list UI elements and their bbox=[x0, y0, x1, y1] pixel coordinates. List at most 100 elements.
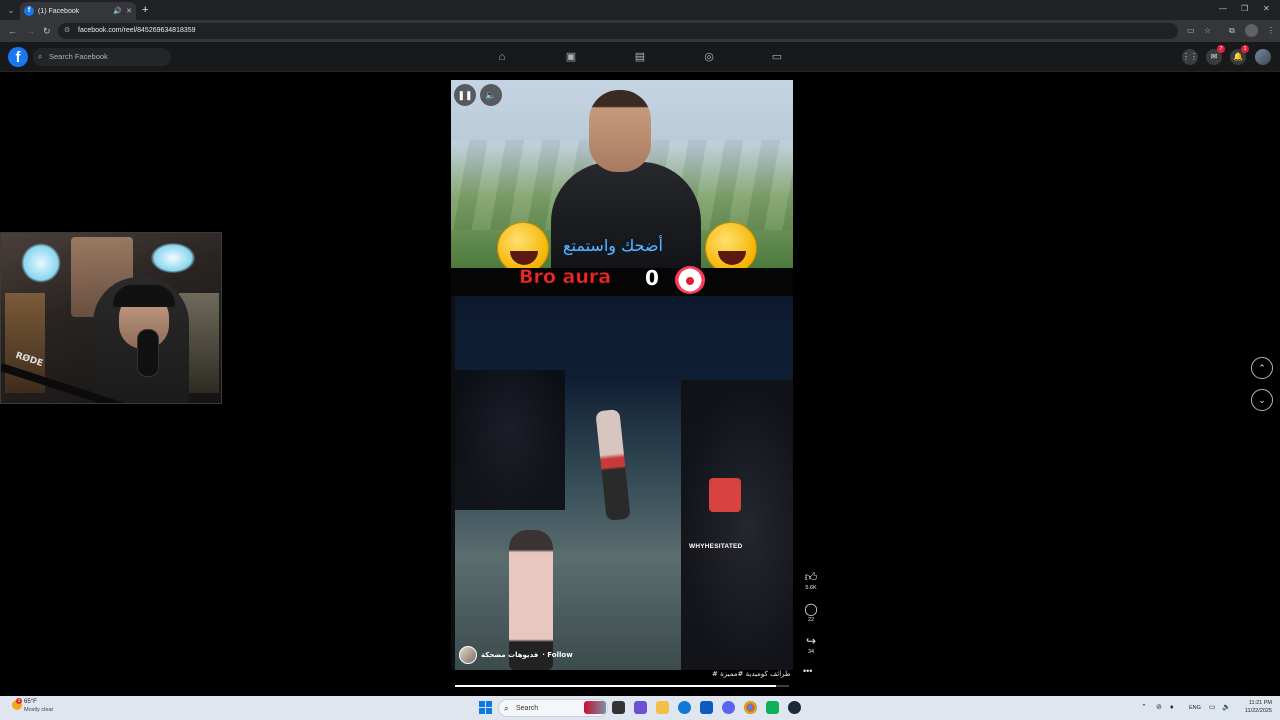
overlay-text-zero: 0 bbox=[645, 266, 659, 290]
taskbar-clock[interactable]: 11:21 PM 11/22/2025 bbox=[1236, 699, 1272, 715]
browser-toolbar: ← → ↻ ⚙ facebook.com/reel/84526963481835… bbox=[0, 20, 1280, 42]
task-view-icon[interactable] bbox=[612, 701, 625, 714]
owner-avatar[interactable] bbox=[459, 646, 477, 664]
url-text: facebook.com/reel/845269634818359 bbox=[78, 27, 196, 34]
edge-icon[interactable] bbox=[678, 701, 691, 714]
video-watermark: WHYHESITATED bbox=[689, 543, 743, 550]
neon-light-right bbox=[151, 243, 195, 273]
tab-search-icon[interactable]: ⌄ bbox=[4, 3, 18, 17]
laughing-emoji-icon bbox=[705, 222, 757, 274]
discord-icon[interactable] bbox=[722, 701, 735, 714]
reel-progress-fill bbox=[455, 685, 776, 687]
steam-icon[interactable] bbox=[788, 701, 801, 714]
pause-icon[interactable]: ❚❚ bbox=[454, 84, 476, 106]
like-button[interactable]: 👍︎ 5.6K bbox=[801, 570, 821, 592]
store-icon[interactable] bbox=[700, 701, 713, 714]
like-count: 5.6K bbox=[805, 585, 817, 591]
streamer-cap bbox=[113, 285, 175, 307]
tray-microphone-icon[interactable]: ♦ bbox=[1170, 702, 1174, 714]
tray-display-icon[interactable]: ▭ bbox=[1209, 702, 1216, 714]
neon-light-left bbox=[21, 243, 61, 283]
crowd-right bbox=[681, 380, 793, 670]
taskbar-search-icon: ⌕ bbox=[504, 704, 509, 713]
address-bar[interactable]: ⚙ facebook.com/reel/845269634818359 bbox=[58, 23, 1178, 39]
menu-grid-icon[interactable]: ⋮⋮ bbox=[1182, 49, 1198, 65]
clock-time: 11:21 PM bbox=[1248, 700, 1272, 706]
windows-start-icon[interactable] bbox=[479, 701, 492, 714]
video-arabic-caption: أضحك واستمتع bbox=[563, 236, 663, 255]
marketplace-icon[interactable]: ▤ bbox=[633, 50, 647, 64]
comment-button[interactable]: ◯ 22 bbox=[801, 602, 821, 624]
taskbar-search-placeholder: Search bbox=[516, 705, 539, 712]
browser-tab[interactable]: f (1) Facebook 🔊 ✕ bbox=[20, 2, 136, 20]
windows-taskbar: 3 65°F Mostly clear ⌕ Search ⌃ ⊘ ♦ ENG ▭… bbox=[0, 696, 1280, 720]
tab-audio-icon[interactable]: 🔊 bbox=[113, 7, 122, 15]
cast-icon[interactable]: ▭ bbox=[1187, 25, 1195, 37]
language-indicator[interactable]: ENG bbox=[1189, 702, 1201, 714]
maximize-window-icon[interactable]: ❐ bbox=[1241, 3, 1248, 15]
share-icon: ↪ bbox=[805, 634, 817, 648]
account-avatar[interactable] bbox=[1255, 49, 1271, 65]
thumbs-up-icon: 👍︎ bbox=[804, 570, 818, 584]
facebook-top-nav: f ⌕ Search Facebook ⌂ ▣ ▤ ◎ ▭ ⋮⋮ ✉ 7 🔔 1 bbox=[0, 42, 1280, 72]
comment-icon: ◯ bbox=[804, 602, 818, 616]
reload-button[interactable]: ↻ bbox=[43, 25, 51, 37]
reel-caption: طرائف كوميدية #مميزة # bbox=[712, 670, 791, 678]
crowd-left bbox=[455, 370, 565, 510]
weather-temp: 65°F bbox=[24, 699, 37, 705]
tray-volume-icon[interactable]: 🔈 bbox=[1222, 702, 1231, 714]
clock-date: 11/22/2025 bbox=[1244, 708, 1272, 714]
share-button[interactable]: ↪ 34 bbox=[801, 634, 821, 656]
previous-reel-chevron-up-icon[interactable]: ⌃ bbox=[1251, 357, 1273, 379]
browser-menu-icon[interactable]: ⋮ bbox=[1267, 25, 1275, 37]
microphone bbox=[137, 329, 159, 377]
search-highlight-icon[interactable] bbox=[584, 701, 606, 714]
reel-owner[interactable]: فديوهات مضحكة · Follow bbox=[459, 646, 573, 664]
weather-condition: Mostly clear bbox=[24, 707, 54, 713]
browser-tab-strip: ⌄ f (1) Facebook 🔊 ✕ + — ❐ ✕ bbox=[0, 0, 1280, 20]
search-icon: ⌕ bbox=[38, 52, 43, 61]
bookmark-star-icon[interactable]: ☆ bbox=[1204, 25, 1211, 37]
extensions-icon[interactable]: ⧉ bbox=[1229, 25, 1235, 37]
close-window-icon[interactable]: ✕ bbox=[1263, 3, 1270, 15]
messenger-badge: 7 bbox=[1217, 45, 1225, 53]
reel-progress-bar[interactable] bbox=[455, 685, 789, 687]
reel-video-player[interactable]: أضحك واستمتع Bro aura 0 WHYHESITATED ❚❚ … bbox=[451, 80, 793, 670]
site-info-icon[interactable]: ⚙ bbox=[64, 25, 70, 37]
streamer-webcam-overlay: RØDE bbox=[0, 232, 222, 404]
follow-link[interactable]: · Follow bbox=[542, 651, 572, 659]
performer-head bbox=[589, 90, 651, 172]
copilot-icon[interactable] bbox=[634, 701, 647, 714]
tab-close-icon[interactable]: ✕ bbox=[126, 7, 132, 15]
weather-badge: 3 bbox=[16, 698, 22, 704]
owner-name[interactable]: فديوهات مضحكة bbox=[481, 651, 538, 659]
chrome-icon[interactable] bbox=[744, 701, 757, 714]
forward-button[interactable]: → bbox=[26, 25, 35, 37]
back-button[interactable]: ← bbox=[8, 25, 17, 37]
tray-chevron-up-icon[interactable]: ⌃ bbox=[1141, 702, 1147, 714]
caption-band bbox=[451, 268, 793, 296]
new-tab-button[interactable]: + bbox=[142, 3, 148, 17]
clown-emoji-icon bbox=[675, 266, 705, 294]
volume-icon[interactable]: 🔈 bbox=[480, 84, 502, 106]
browser-profile-avatar[interactable] bbox=[1245, 24, 1258, 37]
facebook-search-input[interactable]: ⌕ Search Facebook bbox=[33, 48, 171, 66]
minimize-window-icon[interactable]: — bbox=[1219, 3, 1227, 15]
file-explorer-icon[interactable] bbox=[656, 701, 669, 714]
gaming-icon[interactable]: ▭ bbox=[770, 50, 784, 64]
tray-network-off-icon[interactable]: ⊘ bbox=[1156, 702, 1162, 714]
home-icon[interactable]: ⌂ bbox=[495, 50, 509, 64]
streaming-app-icon[interactable] bbox=[766, 701, 779, 714]
next-reel-chevron-down-icon[interactable]: ⌄ bbox=[1251, 389, 1273, 411]
video-icon[interactable]: ▣ bbox=[564, 50, 578, 64]
share-count: 34 bbox=[807, 649, 815, 655]
tab-title: (1) Facebook bbox=[38, 7, 80, 15]
red-object bbox=[709, 478, 741, 512]
overlay-text-aura: Bro aura bbox=[519, 266, 612, 289]
more-options-icon[interactable]: ••• bbox=[803, 666, 812, 676]
facebook-logo[interactable]: f bbox=[8, 47, 28, 67]
comment-count: 22 bbox=[807, 617, 815, 623]
groups-icon[interactable]: ◎ bbox=[702, 50, 716, 64]
search-placeholder: Search Facebook bbox=[49, 52, 108, 61]
notifications-badge: 1 bbox=[1241, 45, 1249, 53]
